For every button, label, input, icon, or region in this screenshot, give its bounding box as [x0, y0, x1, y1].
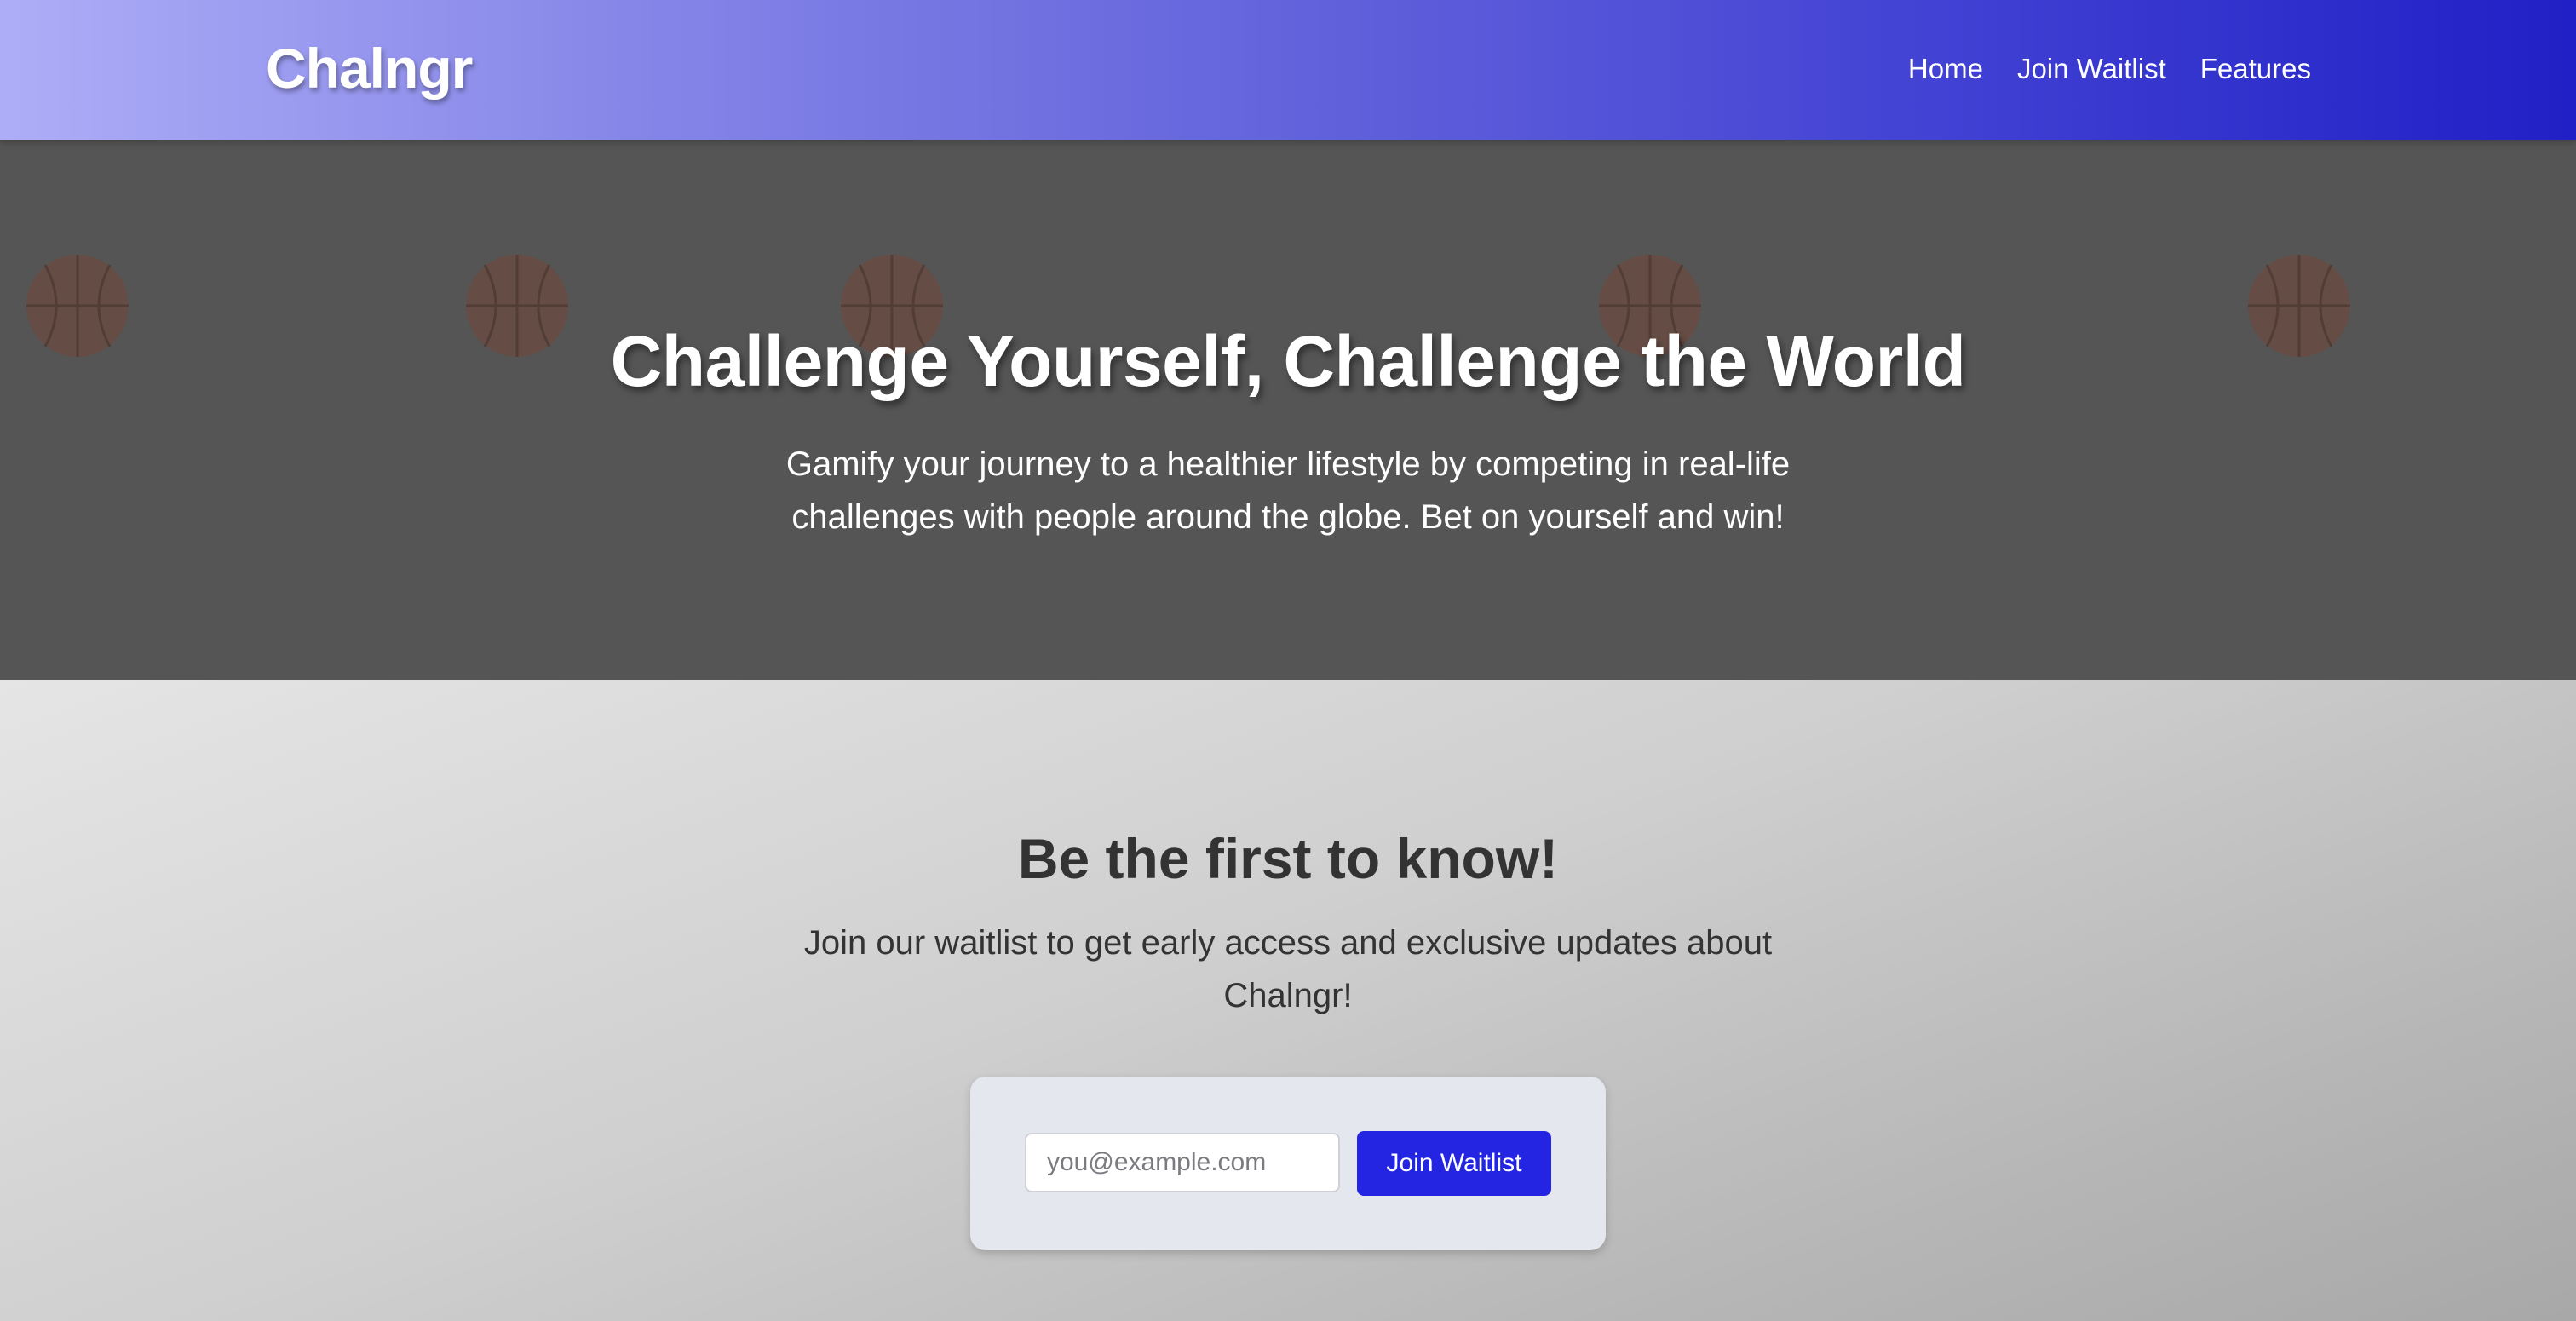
nav-home-link[interactable]: Home [1908, 49, 1983, 89]
logo[interactable]: Chalngr [266, 34, 473, 102]
hero-subtitle: Gamify your journey to a healthier lifes… [785, 445, 1791, 536]
waitlist-subtitle: Join our waitlist to get early access an… [803, 924, 1773, 1014]
nav-join-waitlist-link[interactable]: Join Waitlist [2017, 49, 2166, 89]
waitlist-title: Be the first to know! [1017, 827, 1559, 890]
nav-features-link[interactable]: Features [2200, 49, 2311, 89]
main-nav: Home Join Waitlist Features [1908, 49, 2311, 89]
email-input[interactable] [1025, 1133, 1340, 1192]
waitlist-section: Be the first to know! Join our waitlist … [0, 680, 2576, 1321]
site-header: Chalngr Home Join Waitlist Features [0, 0, 2576, 140]
waitlist-form: Join Waitlist [970, 1077, 1606, 1250]
hero-title: Challenge Yourself, Challenge the World [610, 321, 1966, 401]
join-waitlist-button[interactable]: Join Waitlist [1357, 1131, 1551, 1196]
hero-section: Challenge Yourself, Challenge the World … [0, 140, 2576, 680]
